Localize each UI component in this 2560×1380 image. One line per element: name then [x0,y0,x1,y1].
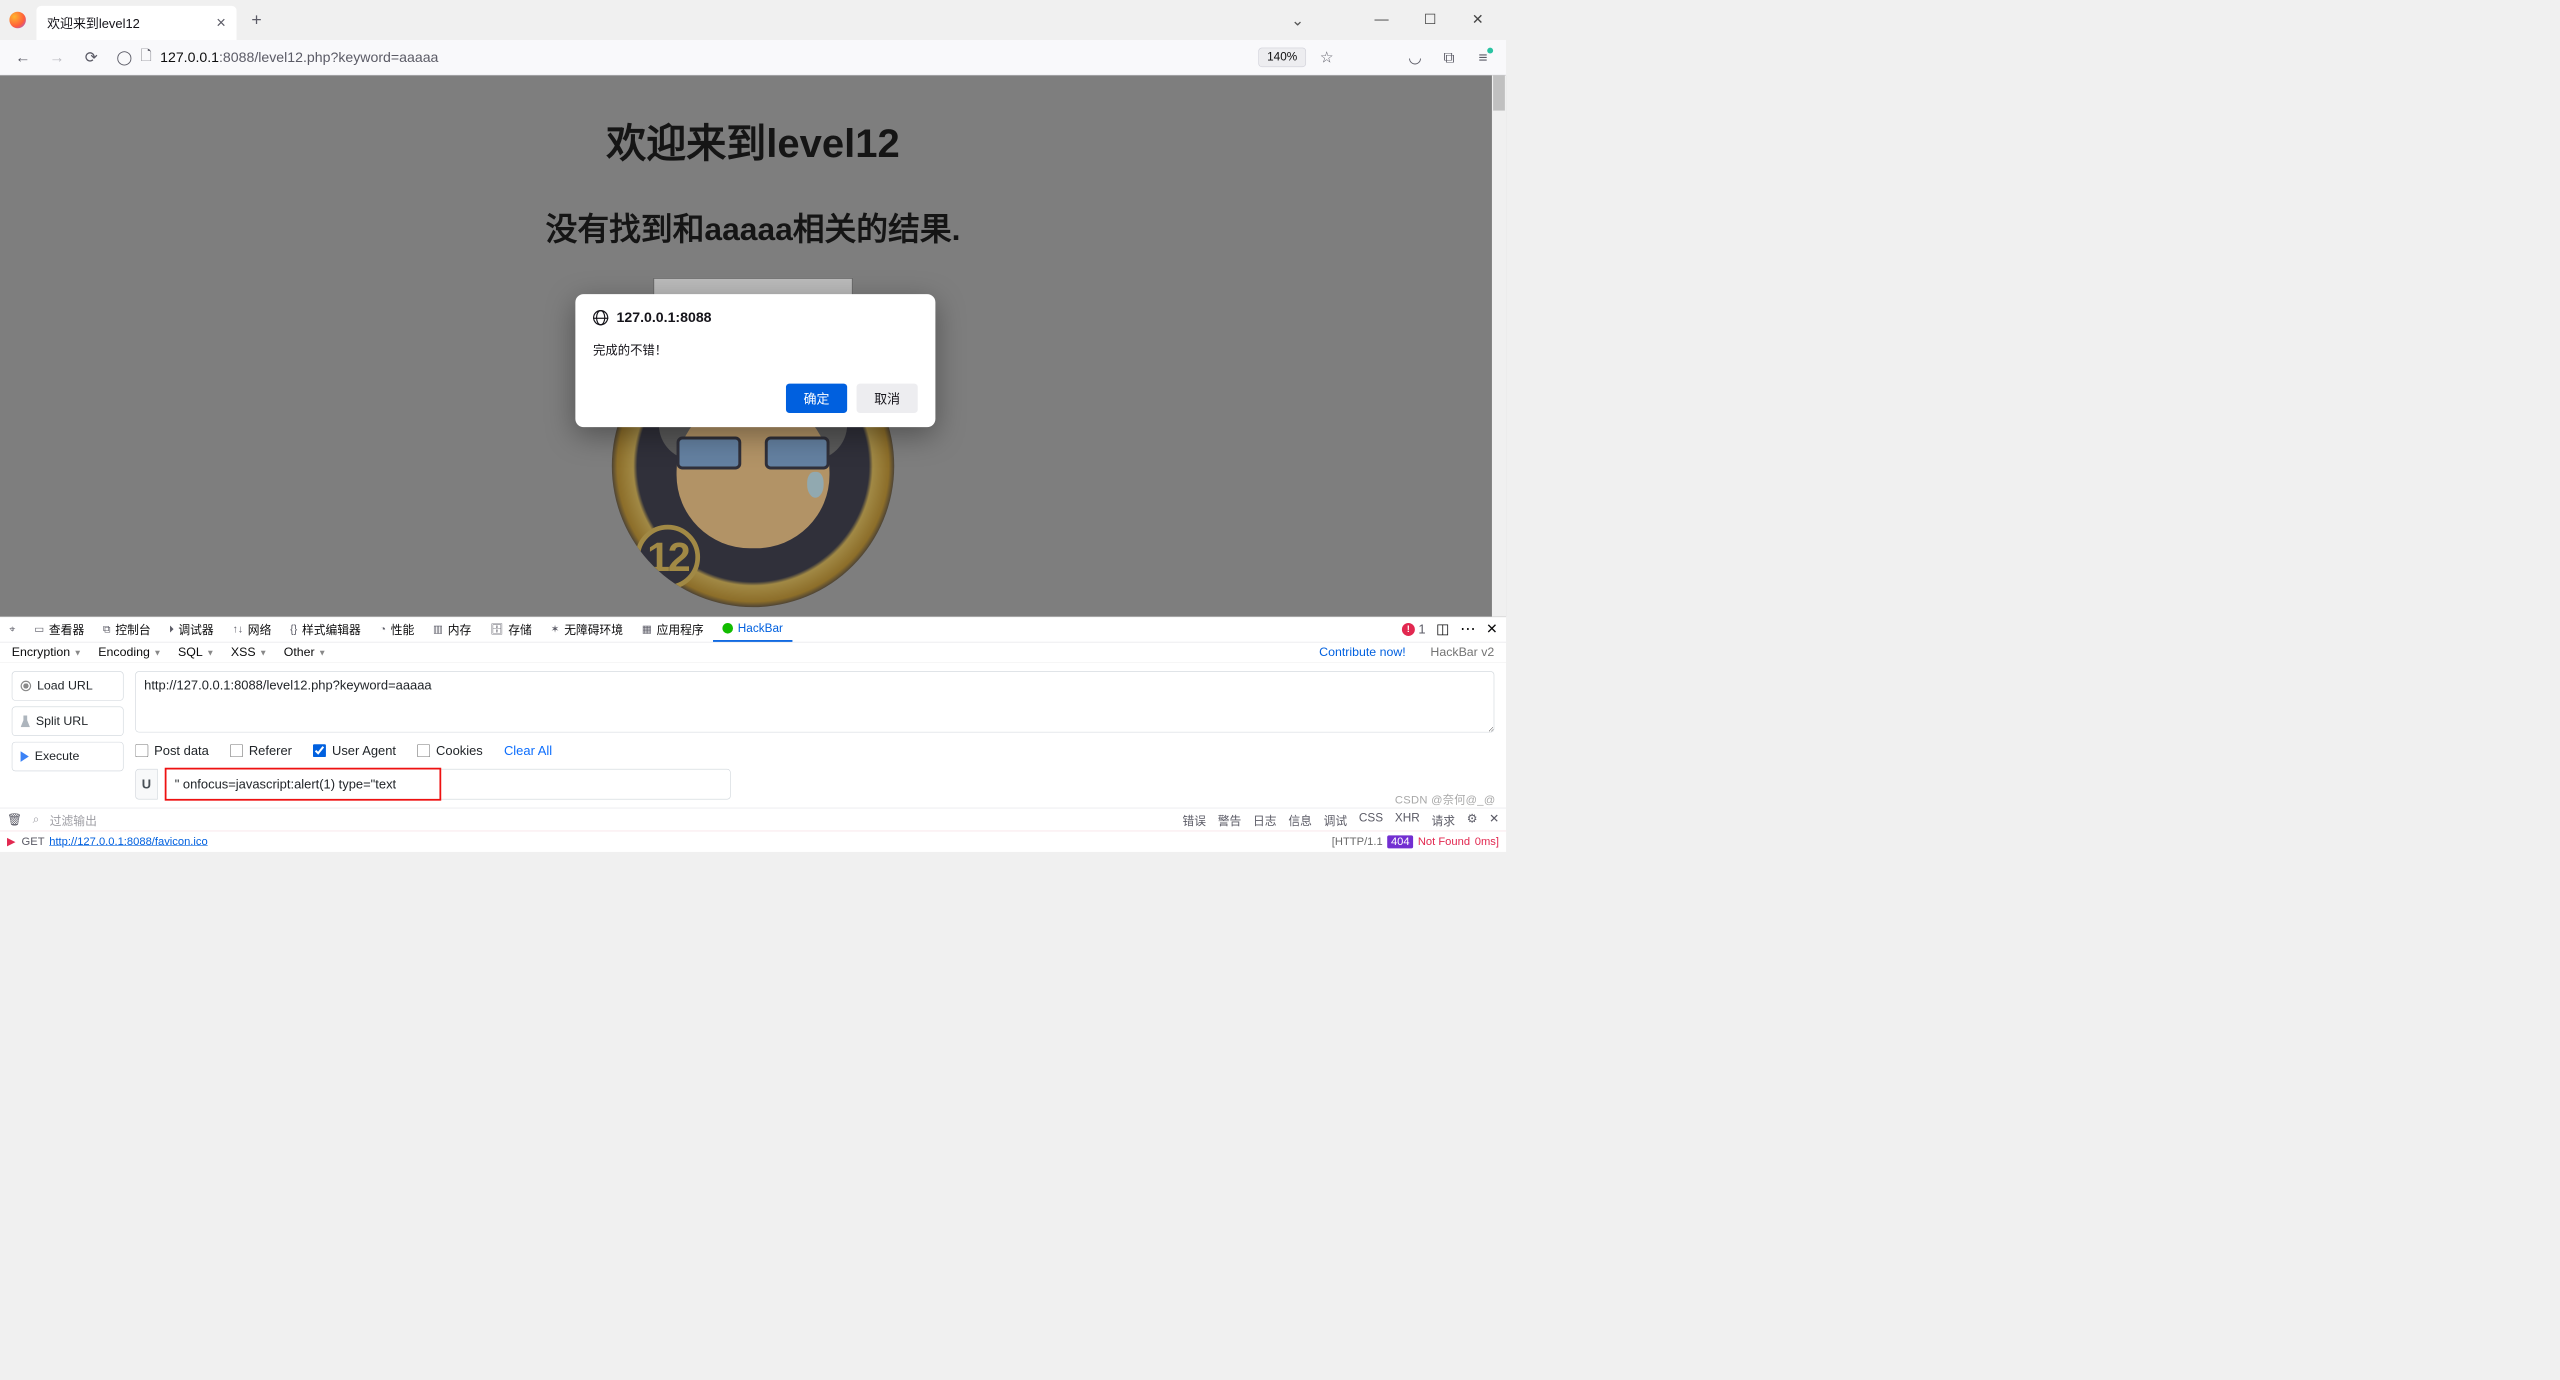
back-button[interactable]: ← [9,44,36,71]
new-tab-button[interactable]: + [245,8,269,32]
dialog-message: 完成的不错！ [593,341,918,359]
opt-referer[interactable]: Referer [230,743,292,758]
devtools-tabs: ⌖ ▭查看器 ⧉控制台 🞂调试器 ↑↓网络 {}样式编辑器 ◔性能 ▥内存 🗄存… [0,617,1506,642]
extensions-icon[interactable]: ⧉ [1435,44,1462,71]
console-toolbar: 🗑 ⌕ 过滤输出 错误 警告 日志 信息 调试 CSS XHR 请求 ⚙ ✕ [0,808,1506,831]
maximize-button[interactable]: ☐ [1424,11,1437,29]
console-close-icon[interactable]: ✕ [1489,811,1499,828]
devtools-tab-console[interactable]: ⧉控制台 [94,617,160,642]
app-menu-button[interactable]: ≡ [1470,44,1497,71]
devtools-tab-style[interactable]: {}样式编辑器 [281,617,370,642]
reload-button[interactable]: ⟳ [78,44,105,71]
devtools-tab-a11y[interactable]: ✶无障碍环境 [541,617,632,642]
ua-input[interactable] [166,769,731,800]
devtools-tab-hackbar[interactable]: HackBar [713,617,792,642]
forward-button[interactable]: → [44,44,71,71]
alert-dialog: 127.0.0.1:8088 完成的不错！ 确定 取消 [575,294,935,427]
globe-icon [593,310,608,325]
devtools-panel: ⌖ ▭查看器 ⧉控制台 🞂调试器 ↑↓网络 {}样式编辑器 ◔性能 ▥内存 🗄存… [0,617,1506,852]
tab-strip: 欢迎来到level12 × + ⌄ — ☐ ✕ [0,0,1506,40]
filter-warn[interactable]: 警告 [1218,811,1242,828]
zoom-level-button[interactable]: 140% [1258,48,1306,67]
devtools-tab-app[interactable]: ▦应用程序 [632,617,713,642]
filter-placeholder[interactable]: 过滤输出 [50,811,97,828]
devtools-dock-icon[interactable]: ◫ [1436,621,1449,638]
devtools-tab-perf[interactable]: ◔性能 [370,617,423,642]
tab-title: 欢迎来到level12 [47,14,140,33]
lock-icon[interactable]: 🗋 [141,45,152,69]
vertical-scrollbar[interactable] [1492,75,1506,616]
execute-button[interactable]: Execute [12,742,124,771]
console-settings-icon[interactable]: ⚙ [1467,811,1478,828]
request-url[interactable]: http://127.0.0.1:8088/favicon.ico [49,835,207,848]
close-tab-icon[interactable]: × [216,15,226,31]
menu-sql[interactable]: SQL▼ [178,645,214,659]
filter-debug[interactable]: 调试 [1324,811,1348,828]
minimize-button[interactable]: — [1374,11,1388,29]
window-controls: ⌄ — ☐ ✕ [1291,11,1501,29]
devtools-close-icon[interactable]: ✕ [1486,621,1498,638]
filter-info[interactable]: 信息 [1288,811,1312,828]
filter-xhr[interactable]: XHR [1395,811,1420,828]
devtools-tab-network[interactable]: ↑↓网络 [223,617,281,642]
hackbar-menubar: Encryption▼ Encoding▼ SQL▼ XSS▼ Other▼ C… [0,642,1506,663]
browser-tab[interactable]: 欢迎来到level12 × [36,6,236,40]
trash-icon[interactable]: 🗑 [7,812,22,827]
filter-log[interactable]: 日志 [1253,811,1277,828]
url-text: 127.0.0.1:8088/level12.php?keyword=aaaaa [160,49,438,65]
menu-encryption[interactable]: Encryption▼ [12,645,82,659]
tabs-dropdown-icon[interactable]: ⌄ [1291,11,1304,29]
error-count[interactable]: !1 [1402,622,1426,637]
devtools-tab-debugger[interactable]: 🞂调试器 [160,617,223,642]
close-window-button[interactable]: ✕ [1472,11,1484,29]
hackbar-version: HackBar v2 [1430,645,1494,659]
devtools-tab-inspector[interactable]: ▭查看器 [25,617,94,642]
dialog-header: 127.0.0.1:8088 [593,309,918,325]
load-url-button[interactable]: Load URL [12,671,124,700]
menu-encoding[interactable]: Encoding▼ [98,645,161,659]
opt-useragent[interactable]: User Agent [313,743,396,758]
disclosure-triangle-icon[interactable]: ▶ [7,835,16,849]
http-method: GET [22,835,45,848]
response-summary: [HTTP/1.1 404 Not Found 0ms] [1332,835,1499,848]
toolbar: ← → ⟳ ◯ 🗋 127.0.0.1:8088/level12.php?key… [0,40,1506,75]
filter-css[interactable]: CSS [1359,811,1383,828]
bookmark-star-icon[interactable]: ☆ [1313,44,1340,71]
devtools-more-icon[interactable]: ⋯ [1460,620,1475,638]
devtools-tab-picker[interactable]: ⌖ [0,617,25,642]
filter-icon[interactable]: ⌕ [33,813,40,827]
pocket-icon[interactable]: ◡ [1401,44,1428,71]
opt-cookies[interactable]: Cookies [417,743,483,758]
dialog-cancel-button[interactable]: 取消 [857,384,918,413]
opt-postdata[interactable]: Post data [135,743,209,758]
filter-error[interactable]: 错误 [1182,811,1206,828]
ua-label: U [135,769,157,800]
hackbar-options: Post data Referer User Agent Cookies Cle… [135,743,1494,758]
split-url-button[interactable]: Split URL [12,707,124,736]
dialog-origin: 127.0.0.1:8088 [617,309,712,325]
contribute-link[interactable]: Contribute now! [1319,645,1406,659]
url-bar[interactable]: ◯ 🗋 127.0.0.1:8088/level12.php?keyword=a… [112,45,1251,69]
filter-request[interactable]: 请求 [1432,811,1456,828]
devtools-tab-memory[interactable]: ▥内存 [424,617,481,642]
watermark: CSDN @奈何@_@ [1395,791,1496,807]
dialog-ok-button[interactable]: 确定 [786,384,847,413]
hackbar-sidebar: Load URL Split URL Execute [12,671,124,799]
clear-all-link[interactable]: Clear All [504,743,552,758]
url-textarea[interactable] [135,671,1494,732]
console-line[interactable]: ▶ GET http://127.0.0.1:8088/favicon.ico … [0,831,1506,852]
useragent-row: U [135,769,1494,800]
shield-icon[interactable]: ◯ [116,49,132,66]
console-filters: 错误 警告 日志 信息 调试 CSS XHR 请求 ⚙ ✕ [1182,811,1499,828]
hackbar-body: Load URL Split URL Execute Post data Ref… [0,663,1506,808]
menu-xss[interactable]: XSS▼ [231,645,267,659]
menu-other[interactable]: Other▼ [284,645,327,659]
firefox-icon [9,12,25,28]
devtools-tab-storage[interactable]: 🗄存储 [481,617,542,642]
